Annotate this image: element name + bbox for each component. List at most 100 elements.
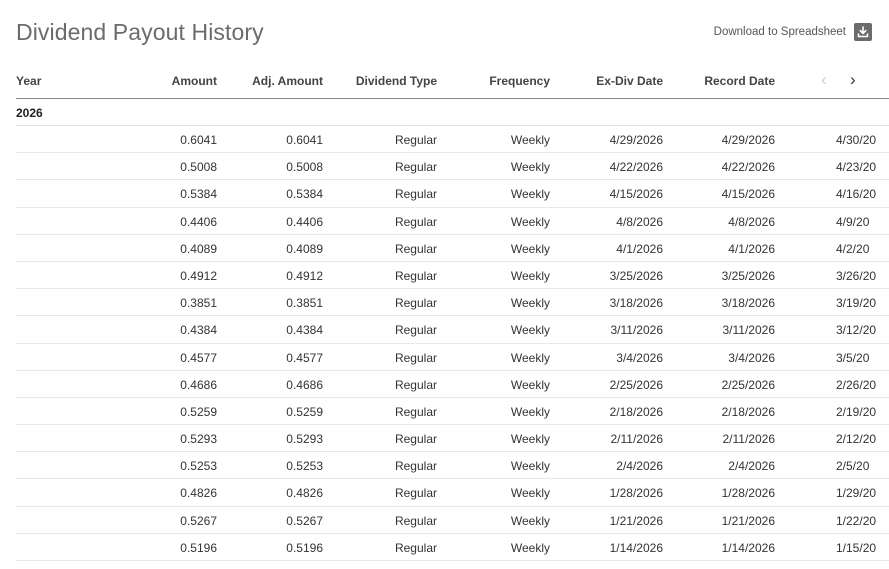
table-row: 0.6041 0.6041 Regular Weekly 4/29/2026 4/29/2… xyxy=(16,126,889,154)
cell-adj-amount: 0.5384 xyxy=(286,187,323,202)
col-header-ex-div-date[interactable]: Ex-Div Date xyxy=(596,74,663,88)
cell-frequency: Weekly xyxy=(510,404,550,419)
cell-record-date: 2/25/2026 xyxy=(721,377,775,392)
table-row: 0.4384 0.4384 Regular Weekly 3/11/2026 3/11/2… xyxy=(16,316,889,344)
cell-pay-date: 2/19/20 xyxy=(836,404,877,419)
cell-record-date: 3/18/2026 xyxy=(721,296,775,311)
cell-record-date: 1/28/2026 xyxy=(721,486,775,501)
cell-pay-date: 4/30/20 xyxy=(836,133,877,147)
table-row: 0.4686 0.4686 Regular Weekly 2/25/2026 2/25/2… xyxy=(16,371,889,398)
cell-amount: 0.5253 xyxy=(180,459,217,474)
table-row: 0.4089 0.4089 Regular Weekly 4/1/2026 4/1/202… xyxy=(16,235,889,262)
cell-dividend-type: Regular xyxy=(394,133,437,147)
cell-adj-amount: 0.4406 xyxy=(286,214,323,229)
cell-amount: 0.5293 xyxy=(180,432,217,447)
cell-record-date: 4/29/2026 xyxy=(721,133,775,147)
cell-record-date: 2/18/2026 xyxy=(721,404,775,419)
cell-dividend-type: Regular xyxy=(394,323,437,338)
table-body: 0.6041 0.6041 Regular Weekly 4/29/2026 4/29/2… xyxy=(16,126,889,569)
cell-adj-amount: 0.5259 xyxy=(286,404,323,419)
download-spreadsheet-button[interactable]: Download to Spreadsheet xyxy=(714,23,872,41)
cell-ex-div-date: 2/25/2026 xyxy=(609,377,663,392)
header: Dividend Payout History Download to Spre… xyxy=(16,0,876,64)
download-icon xyxy=(854,23,872,41)
table-row: 0.5253 0.5253 Regular Weekly 2/4/2026 2/4/202… xyxy=(16,452,889,480)
cell-pay-date: 1/15/20 xyxy=(836,540,877,555)
col-header-amount[interactable]: Amount xyxy=(172,74,217,88)
dividend-table: Year Amount Adj. Amount Dividend Type Fr… xyxy=(16,64,889,569)
cell-amount: 0.5196 xyxy=(180,540,217,555)
cell-dividend-type: Regular xyxy=(394,241,437,256)
year-group-row: 2026 xyxy=(16,99,889,126)
cell-frequency: Weekly xyxy=(510,513,550,528)
cell-dividend-type: Regular xyxy=(394,377,437,392)
cell-frequency: Weekly xyxy=(510,486,550,501)
cell-amount: 0.5384 xyxy=(180,187,217,202)
col-header-year[interactable]: Year xyxy=(16,74,41,88)
cell-ex-div-date: 2/18/2026 xyxy=(609,404,663,419)
col-header-frequency[interactable]: Frequency xyxy=(489,74,550,88)
cell-ex-div-date: 4/15/2026 xyxy=(609,187,663,202)
col-header-record-date[interactable]: Record Date xyxy=(704,74,775,88)
cell-dividend-type: Regular xyxy=(394,459,437,474)
cell-dividend-type: Regular xyxy=(394,486,437,501)
table-row: 0.4577 0.4577 Regular Weekly 3/4/2026 3/4/202… xyxy=(16,344,889,371)
cell-frequency: Weekly xyxy=(510,377,550,392)
cell-dividend-type: Regular xyxy=(394,404,437,419)
cell-frequency: Weekly xyxy=(510,350,550,365)
cell-ex-div-date: 4/22/2026 xyxy=(609,160,663,175)
table-row: 0.4912 0.4912 Regular Weekly 3/25/2026 3/25/2… xyxy=(16,262,889,290)
cell-record-date: 4/15/2026 xyxy=(721,187,775,202)
cell-amount: 0.4384 xyxy=(180,323,217,338)
cell-ex-div-date: 2/11/2026 xyxy=(610,432,664,447)
cell-record-date: 3/25/2026 xyxy=(721,268,775,283)
table-row: 0.5196 0.5196 Regular Weekly 1/14/2026 1/14/2… xyxy=(16,534,889,561)
cell-record-date: 3/11/2026 xyxy=(722,323,776,338)
chevron-left-icon[interactable]: ‹ xyxy=(821,70,827,90)
col-header-adj-amount[interactable]: Adj. Amount xyxy=(252,74,323,88)
cell-pay-date: 3/26/20 xyxy=(836,268,877,283)
download-label: Download to Spreadsheet xyxy=(713,26,846,38)
cell-pay-date: 3/12/20 xyxy=(836,323,877,338)
cell-frequency: Weekly xyxy=(510,432,550,447)
table-row: 0.5384 0.5384 Regular Weekly 4/15/2026 4/15/2… xyxy=(16,180,889,208)
cell-adj-amount: 0.3851 xyxy=(286,296,323,311)
cell-adj-amount: 0.4089 xyxy=(286,241,323,256)
cell-pay-date: 1/29/20 xyxy=(836,486,877,501)
cell-ex-div-date: 2/4/2026 xyxy=(616,459,663,474)
chevron-right-icon[interactable]: › xyxy=(850,70,856,90)
cell-record-date: 1/21/2026 xyxy=(721,513,775,528)
cell-pay-date: 4/9/20 xyxy=(836,214,870,229)
table-header: Year Amount Adj. Amount Dividend Type Fr… xyxy=(16,64,889,99)
cell-pay-date: 1/22/20 xyxy=(836,513,877,528)
col-header-dividend-type[interactable]: Dividend Type xyxy=(356,74,437,88)
table-row: 0.4406 0.4406 Regular Weekly 4/8/2026 4/8/202… xyxy=(16,208,889,235)
cell-record-date: 2/4/2026 xyxy=(728,459,775,474)
cell-adj-amount: 0.5196 xyxy=(286,540,323,555)
cell-dividend-type: Regular xyxy=(394,187,437,202)
cell-amount: 0.4406 xyxy=(180,214,217,229)
page-title: Dividend Payout History xyxy=(16,19,264,45)
cell-pay-date: 4/16/20 xyxy=(836,187,877,202)
cell-frequency: Weekly xyxy=(510,323,550,338)
cell-dividend-type: Regular xyxy=(394,296,437,311)
cell-amount: 0.5267 xyxy=(180,513,217,528)
cell-amount: 0.3851 xyxy=(180,296,217,311)
cell-dividend-type: Regular xyxy=(394,268,437,283)
cell-frequency: Weekly xyxy=(510,187,550,202)
cell-frequency: Weekly xyxy=(510,214,550,229)
cell-frequency: Weekly xyxy=(510,241,550,256)
table-row: 0.50400.5040RegularWeekly1/7/20261/7/202… xyxy=(16,561,889,569)
cell-record-date: 4/22/2026 xyxy=(721,160,775,175)
cell-amount: 0.4912 xyxy=(180,268,217,283)
cell-adj-amount: 0.4577 xyxy=(286,350,323,365)
cell-dividend-type: Regular xyxy=(394,160,437,175)
cell-amount: 0.4089 xyxy=(180,241,217,256)
cell-frequency: Weekly xyxy=(510,296,550,311)
cell-ex-div-date: 4/1/2026 xyxy=(616,241,663,256)
cell-adj-amount: 0.5253 xyxy=(286,459,323,474)
cell-adj-amount: 0.5267 xyxy=(286,513,323,528)
cell-pay-date: 4/23/20 xyxy=(836,160,877,175)
cell-adj-amount: 0.5293 xyxy=(286,432,323,447)
cell-dividend-type: Regular xyxy=(394,540,437,555)
